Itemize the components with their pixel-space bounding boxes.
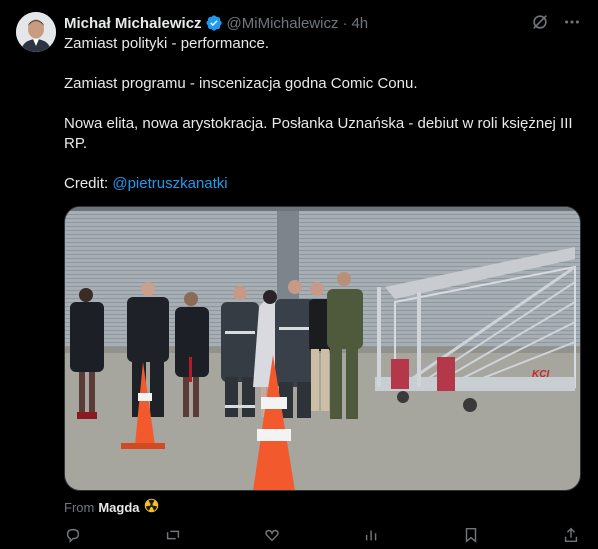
tweet-card[interactable]: Michał Michalewicz @MiMichalewicz · 4h Z… — [0, 0, 598, 544]
author-handle[interactable]: @MiMichalewicz — [227, 15, 339, 32]
more-icon[interactable] — [562, 12, 582, 32]
tweet-line-1: Zamiast polityki - performance. — [64, 35, 270, 52]
tweet-line-3: Nowa elita, nowa arystokracja. Posłanka … — [64, 115, 573, 152]
tweet-line-2: Zamiast programu - inscenizacja godna Co… — [64, 75, 418, 92]
header-actions — [530, 12, 582, 32]
tweet-media-image[interactable]: KCI — [64, 206, 581, 491]
tweet-credit: Credit: @pietruszkanatki — [64, 174, 582, 194]
separator-dot: · — [342, 14, 348, 32]
author-name[interactable]: Michał Michalewicz — [64, 15, 202, 32]
tweet-actions — [64, 526, 582, 546]
avatar[interactable] — [16, 12, 56, 52]
bookmark-icon[interactable] — [462, 526, 482, 546]
repost-icon[interactable] — [164, 526, 184, 546]
from-attribution: From Magda — [64, 498, 159, 516]
tweet-time[interactable]: 4h — [351, 15, 368, 32]
radiation-icon — [144, 498, 159, 516]
grok-icon[interactable] — [530, 12, 550, 32]
share-icon[interactable] — [562, 526, 582, 546]
from-user-link[interactable]: Magda — [98, 500, 139, 515]
verified-badge-icon — [205, 14, 223, 32]
stairs-logo: KCI — [532, 369, 549, 380]
airport-photo: KCI — [65, 207, 580, 490]
views-icon[interactable] — [363, 526, 383, 546]
tweet-header: Michał Michalewicz @MiMichalewicz · 4h — [64, 13, 582, 33]
from-label: From — [64, 499, 95, 515]
reply-icon[interactable] — [64, 526, 84, 546]
like-icon[interactable] — [263, 526, 283, 546]
credit-label: Credit: — [64, 175, 113, 192]
tweet-text: Zamiast polityki - performance. Zamiast … — [64, 34, 582, 194]
credit-mention-link[interactable]: @pietruszkanatki — [112, 175, 227, 192]
